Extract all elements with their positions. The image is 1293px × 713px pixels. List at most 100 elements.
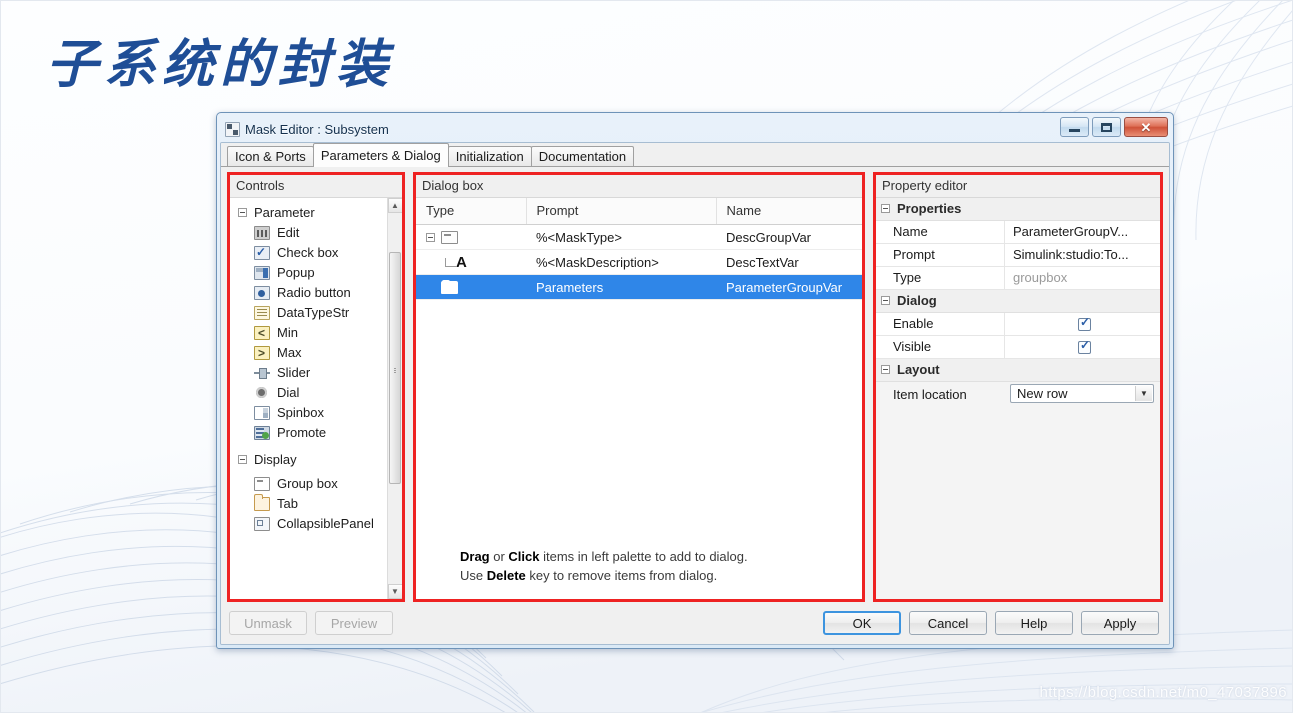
palette-item-label: Edit: [277, 225, 300, 240]
property-row-visible[interactable]: Visible: [876, 336, 1160, 359]
enable-checkbox[interactable]: [1078, 315, 1091, 331]
minimize-button[interactable]: [1060, 117, 1089, 137]
palette-item-label: Spinbox: [277, 405, 324, 420]
collapsible-panel-icon: [254, 517, 270, 531]
group-box-icon: [441, 230, 458, 244]
hint-tail-1: items in left palette to add to dialog.: [539, 549, 748, 564]
help-button[interactable]: Help: [995, 611, 1073, 635]
palette-item-group-box[interactable]: Group box: [230, 474, 387, 494]
palette-item-radio-button[interactable]: Radio button: [230, 283, 387, 303]
palette-item-tab[interactable]: Tab: [230, 494, 387, 514]
datatypestr-icon: [254, 306, 270, 320]
palette-item-label: Group box: [277, 476, 338, 491]
palette-item-collapsible-panel[interactable]: CollapsiblePanel: [230, 514, 387, 534]
palette-item-label: CollapsiblePanel: [277, 516, 374, 531]
popup-icon: [254, 266, 270, 280]
window-controls: ✕: [1060, 117, 1168, 137]
dialog-box-pane-title: Dialog box: [416, 175, 862, 198]
palette-item-label: Check box: [277, 245, 339, 260]
visible-checkbox[interactable]: [1078, 338, 1091, 354]
palette-item-dial[interactable]: Dial: [230, 383, 387, 403]
cell-name: DescTextVar: [716, 249, 862, 275]
property-section-properties[interactable]: Properties: [876, 198, 1160, 221]
table-row[interactable]: Parameters ParameterGroupVar: [416, 274, 862, 300]
chevron-down-icon[interactable]: ▼: [1135, 386, 1152, 401]
window-title: Mask Editor : Subsystem: [245, 121, 389, 137]
collapse-icon[interactable]: [881, 365, 890, 374]
dialog-box-body: Type Prompt Name %<MaskType> DescGroupVa…: [416, 198, 862, 599]
palette-item-edit[interactable]: Edit: [230, 223, 387, 243]
watermark-text: https://blog.csdn.net/m0_47037896: [1039, 684, 1287, 701]
property-row-type: Type groupbox: [876, 267, 1160, 290]
controls-group-display[interactable]: Display: [230, 449, 387, 470]
palette-item-label: Radio button: [277, 285, 351, 300]
palette-item-promote[interactable]: Promote: [230, 423, 387, 443]
palette-item-max[interactable]: Max: [230, 343, 387, 363]
collapse-icon[interactable]: [881, 204, 890, 213]
cell-prompt: Parameters: [526, 274, 716, 300]
scroll-up-icon[interactable]: ▲: [387, 198, 402, 213]
property-section-label: Dialog: [897, 293, 937, 308]
max-icon: [254, 345, 270, 361]
promote-icon: [254, 426, 270, 440]
controls-pane-title: Controls: [230, 175, 402, 198]
property-value[interactable]: ParameterGroupV...: [1004, 221, 1160, 243]
maximize-icon: [1101, 122, 1112, 132]
palette-item-label: DataTypeStr: [277, 305, 350, 320]
controls-pane-body: Parameter Edit Check box Popup: [230, 198, 402, 599]
table-row[interactable]: A %<MaskDescription> DescTextVar: [416, 249, 862, 275]
property-label: Item location: [876, 382, 1004, 407]
scroll-down-icon[interactable]: ▼: [387, 584, 402, 599]
property-section-layout[interactable]: Layout: [876, 359, 1160, 382]
property-row-prompt[interactable]: Prompt Simulink:studio:To...: [876, 244, 1160, 267]
ok-button[interactable]: OK: [823, 611, 901, 635]
property-row-item-location[interactable]: Item location New row ▼: [876, 382, 1160, 407]
controls-group-label: Parameter: [254, 205, 315, 220]
item-location-select[interactable]: New row ▼: [1010, 384, 1154, 403]
column-header-type[interactable]: Type: [416, 198, 527, 225]
palette-item-label: Min: [277, 325, 298, 340]
window-titlebar[interactable]: Mask Editor : Subsystem ✕: [220, 116, 1170, 142]
palette-item-label: Promote: [277, 425, 327, 440]
collapse-icon[interactable]: [238, 455, 247, 464]
property-value[interactable]: [1004, 313, 1160, 335]
table-header-row: Type Prompt Name: [416, 198, 862, 225]
property-section-dialog[interactable]: Dialog: [876, 290, 1160, 313]
unmask-button[interactable]: Unmask: [229, 611, 307, 635]
tab-initialization[interactable]: Initialization: [447, 146, 532, 166]
collapse-icon[interactable]: [881, 296, 890, 305]
dialog-items-table: Type Prompt Name %<MaskType> DescGroupVa…: [416, 198, 862, 300]
cancel-button[interactable]: Cancel: [909, 611, 987, 635]
edit-icon: [254, 226, 270, 240]
property-value[interactable]: [1004, 336, 1160, 358]
close-button[interactable]: ✕: [1124, 117, 1168, 137]
tab-parameters-and-dialog[interactable]: Parameters & Dialog: [312, 143, 449, 167]
scrollbar-thumb[interactable]: [389, 252, 401, 484]
tab-icon: [254, 494, 270, 511]
cell-name: DescGroupVar: [716, 224, 862, 250]
table-row[interactable]: %<MaskType> DescGroupVar: [416, 224, 862, 250]
palette-item-spinbox[interactable]: Spinbox: [230, 403, 387, 423]
palette-item-popup[interactable]: Popup: [230, 263, 387, 283]
column-header-name[interactable]: Name: [716, 198, 862, 225]
column-header-prompt[interactable]: Prompt: [526, 198, 717, 225]
controls-group-parameter[interactable]: Parameter: [230, 202, 387, 223]
palette-item-slider[interactable]: Slider: [230, 363, 387, 383]
tree-collapse-icon[interactable]: [426, 232, 435, 242]
palette-item-min[interactable]: Min: [230, 323, 387, 343]
tab-documentation[interactable]: Documentation: [530, 146, 635, 166]
cell-prompt: %<MaskDescription>: [526, 249, 716, 275]
controls-scrollbar[interactable]: ▲ ▼: [387, 198, 402, 599]
palette-item-label: Popup: [277, 265, 315, 280]
property-row-enable[interactable]: Enable: [876, 313, 1160, 336]
palette-item-datatypestr[interactable]: DataTypeStr: [230, 303, 387, 323]
apply-button[interactable]: Apply: [1081, 611, 1159, 635]
property-value[interactable]: Simulink:studio:To...: [1004, 244, 1160, 266]
preview-button[interactable]: Preview: [315, 611, 393, 635]
palette-item-check-box[interactable]: Check box: [230, 243, 387, 263]
maximize-button[interactable]: [1092, 117, 1121, 137]
collapse-icon[interactable]: [238, 208, 247, 217]
property-editor-pane: Property editor Properties Name Paramete…: [873, 172, 1163, 602]
tab-icon-and-ports[interactable]: Icon & Ports: [227, 146, 314, 166]
property-row-name[interactable]: Name ParameterGroupV...: [876, 221, 1160, 244]
